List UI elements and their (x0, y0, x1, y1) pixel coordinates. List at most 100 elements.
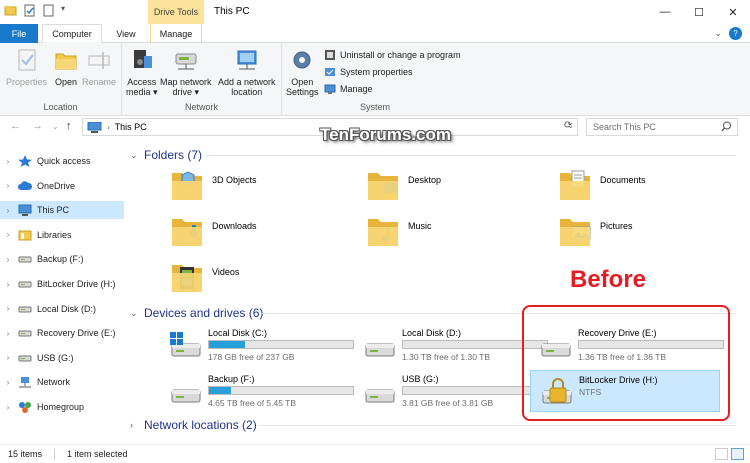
drive-free-space: 4.65 TB free of 5.45 TB (208, 398, 297, 408)
folder-item[interactable]: Documents (558, 164, 738, 206)
breadcrumb[interactable]: This PC (115, 122, 147, 132)
chevron-right-icon[interactable]: › (2, 403, 14, 412)
chevron-right-icon[interactable]: › (2, 378, 14, 387)
maximize-button[interactable]: ☐ (682, 0, 716, 24)
folder-item[interactable]: 3D Objects (170, 164, 350, 206)
drive-item[interactable]: Local Disk (C:) 178 GB free of 237 GB (160, 324, 354, 366)
pc-icon (87, 121, 102, 133)
ribbon-group-network: Access media ▾ Map network drive ▾ Add a… (122, 43, 282, 116)
uninstall-program-button[interactable]: Uninstall or change a program (324, 49, 461, 61)
divider (258, 425, 736, 426)
chevron-right-icon[interactable]: › (2, 230, 14, 239)
folder-item[interactable]: Music (366, 210, 546, 252)
music-folder-icon (366, 213, 400, 249)
drive-free-space: 1.30 TB free of 1.30 TB (402, 352, 491, 362)
folder-item[interactable]: Desktop (366, 164, 546, 206)
chevron-right-icon[interactable]: › (2, 181, 14, 190)
pictures-folder-icon (558, 213, 592, 249)
nav-item[interactable]: › Network (0, 373, 124, 391)
title-bar: ▾ Drive Tools This PC — ☐ ✕ (0, 0, 750, 24)
open-settings-button[interactable]: Open Settings (286, 46, 319, 97)
chevron-right-icon[interactable]: › (2, 329, 14, 338)
pc-icon (18, 204, 32, 217)
chevron-down-icon[interactable]: ⌄ (130, 150, 142, 161)
up-arrow-icon[interactable]: ↑ (66, 120, 72, 132)
nav-item[interactable]: › Libraries (0, 226, 124, 244)
search-icon (721, 121, 732, 134)
search-input[interactable]: Search This PC (586, 118, 738, 136)
folder-item[interactable]: Downloads (170, 210, 350, 252)
system-properties-button[interactable]: System properties (324, 66, 413, 78)
chevron-right-icon[interactable]: › (2, 304, 14, 313)
drive-item[interactable]: Backup (F:) 4.65 TB free of 5.45 TB (160, 370, 354, 412)
access-media-button[interactable]: Access media ▾ (126, 46, 158, 97)
3d-objects-folder-icon (170, 167, 204, 203)
folder-item[interactable]: Videos (170, 256, 350, 298)
tab-manage[interactable]: Manage (150, 24, 202, 43)
recent-locations-chevron-icon[interactable]: ⌄ (52, 122, 59, 131)
tab-file[interactable]: File (0, 24, 38, 43)
drive-name: Backup (F:) (208, 374, 255, 384)
chevron-right-icon[interactable]: › (2, 255, 14, 264)
refresh-icon[interactable]: ⟳ (564, 120, 572, 131)
nav-item[interactable]: › Homegroup (0, 398, 124, 416)
folder-item[interactable]: Pictures (558, 210, 738, 252)
drive-icon (362, 376, 398, 406)
back-arrow-icon[interactable]: ← (10, 120, 21, 132)
ribbon-tabs: File Computer View Manage ⌄ ? (0, 24, 750, 43)
tab-computer[interactable]: Computer (42, 24, 102, 43)
forward-arrow-icon[interactable]: → (32, 120, 43, 132)
properties-icon (13, 46, 41, 74)
drive-usage-fill (209, 387, 231, 394)
drive-item[interactable]: USB (G:) 3.81 GB free of 3.81 GB (354, 370, 548, 412)
rename-button[interactable]: Rename (82, 46, 116, 87)
folder-open-icon (52, 46, 80, 74)
nav-item[interactable]: › USB (G:) (0, 349, 124, 367)
properties-qat-icon[interactable] (23, 4, 36, 17)
properties-button[interactable]: Properties (6, 46, 47, 87)
close-button[interactable]: ✕ (716, 0, 750, 24)
nav-item[interactable]: › This PC (0, 201, 124, 220)
breadcrumb-separator-icon[interactable]: › (107, 123, 110, 132)
drive-icon (362, 330, 398, 360)
chevron-down-icon[interactable]: ⌄ (714, 28, 722, 39)
nav-item[interactable]: › Local Disk (D:) (0, 300, 124, 318)
chevron-right-icon[interactable]: › (130, 420, 142, 430)
add-network-location-button[interactable]: Add a network location (218, 46, 276, 97)
network-locations-group-header[interactable]: › Network locations (2) (130, 416, 257, 434)
details-view-icon[interactable] (715, 448, 728, 460)
help-icon[interactable]: ? (729, 27, 742, 40)
chevron-right-icon[interactable]: › (2, 280, 14, 289)
chevron-right-icon[interactable]: › (2, 353, 14, 362)
chevron-right-icon[interactable]: › (2, 206, 14, 215)
chevron-right-icon[interactable]: › (2, 157, 14, 166)
folder-name: Music (408, 221, 432, 231)
homegroup-icon (18, 401, 32, 413)
item-count: 15 items (8, 449, 43, 459)
devices-group-header[interactable]: ⌄ Devices and drives (6) (130, 304, 263, 322)
new-folder-qat-icon[interactable] (42, 4, 55, 17)
manage-button[interactable]: Manage (324, 83, 373, 95)
uninstall-icon (324, 49, 336, 61)
nav-item[interactable]: › Recovery Drive (E:) (0, 324, 124, 342)
chevron-down-icon[interactable]: ▾ (61, 4, 74, 17)
drive-usage-bar (208, 340, 354, 349)
open-button[interactable]: Open (52, 46, 80, 87)
map-network-drive-button[interactable]: Map network drive ▾ (160, 46, 212, 97)
quick-access-toolbar: ▾ (4, 4, 74, 17)
computer-management-icon (324, 83, 336, 95)
minimize-button[interactable]: — (648, 0, 682, 24)
star-icon (18, 155, 32, 167)
nav-item[interactable]: › BitLocker Drive (H:) (0, 275, 124, 293)
system-properties-icon (324, 66, 336, 78)
nav-item[interactable]: › Backup (F:) (0, 250, 124, 268)
folders-group-header[interactable]: ⌄ Folders (7) (130, 146, 202, 164)
nav-item[interactable]: › Quick access (0, 152, 124, 170)
chevron-down-icon[interactable]: ⌄ (130, 308, 142, 319)
desktop-folder-icon (366, 167, 400, 203)
nav-item[interactable]: › OneDrive (0, 177, 124, 195)
drive-item[interactable]: Local Disk (D:) 1.30 TB free of 1.30 TB (354, 324, 548, 366)
tiles-view-icon[interactable] (731, 448, 744, 460)
tab-view[interactable]: View (108, 24, 144, 43)
drive-icon (18, 278, 32, 290)
